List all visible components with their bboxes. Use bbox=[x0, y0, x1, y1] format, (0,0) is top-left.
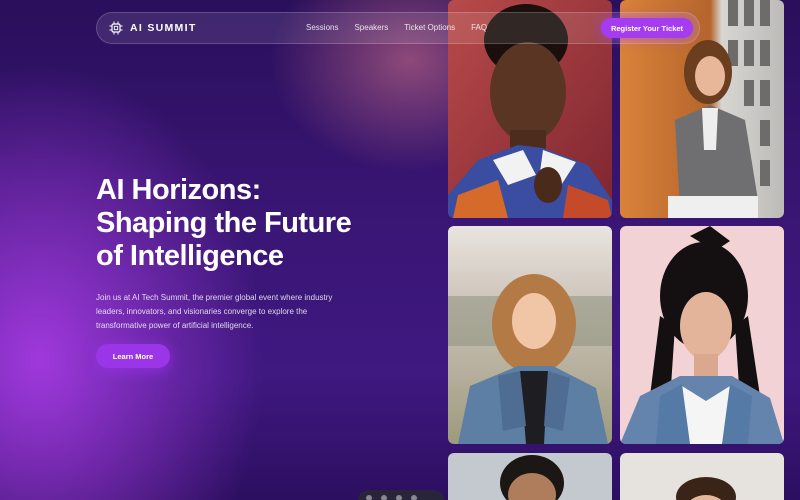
nav-link-ticket-options[interactable]: Ticket Options bbox=[404, 23, 455, 32]
nav-links: Sessions Speakers Ticket Options FAQ bbox=[306, 23, 487, 32]
speaker-photo bbox=[448, 453, 612, 500]
hero-title-line: of Intelligence bbox=[96, 240, 284, 272]
navbar: AI SUMMIT Sessions Speakers Ticket Optio… bbox=[96, 12, 700, 44]
hero-title: AI Horizons: Shaping the Future of Intel… bbox=[96, 174, 416, 273]
logo-text: AI SUMMIT bbox=[130, 22, 197, 34]
register-ticket-button[interactable]: Register Your Ticket bbox=[601, 18, 693, 38]
learn-more-button[interactable]: Learn More bbox=[96, 344, 170, 368]
toolbar-icon[interactable] bbox=[411, 495, 417, 500]
toolbar-icon[interactable] bbox=[396, 495, 402, 500]
hero-title-line: Shaping the Future bbox=[96, 207, 352, 239]
toolbar-icon[interactable] bbox=[366, 495, 372, 500]
speaker-photo bbox=[620, 226, 784, 444]
logo[interactable]: AI SUMMIT bbox=[109, 21, 197, 35]
floating-toolbar[interactable] bbox=[358, 490, 444, 500]
toolbar-icon[interactable] bbox=[381, 495, 387, 500]
speaker-photo bbox=[620, 453, 784, 500]
chip-icon bbox=[109, 21, 123, 35]
hero-section: AI Horizons: Shaping the Future of Intel… bbox=[96, 174, 416, 333]
nav-link-sessions[interactable]: Sessions bbox=[306, 23, 338, 32]
nav-link-faq[interactable]: FAQ bbox=[471, 23, 487, 32]
hero-title-line: AI Horizons: bbox=[96, 174, 261, 206]
speaker-photo bbox=[448, 226, 612, 444]
nav-link-speakers[interactable]: Speakers bbox=[354, 23, 388, 32]
hero-description: Join us at AI Tech Summit, the premier g… bbox=[96, 293, 333, 330]
